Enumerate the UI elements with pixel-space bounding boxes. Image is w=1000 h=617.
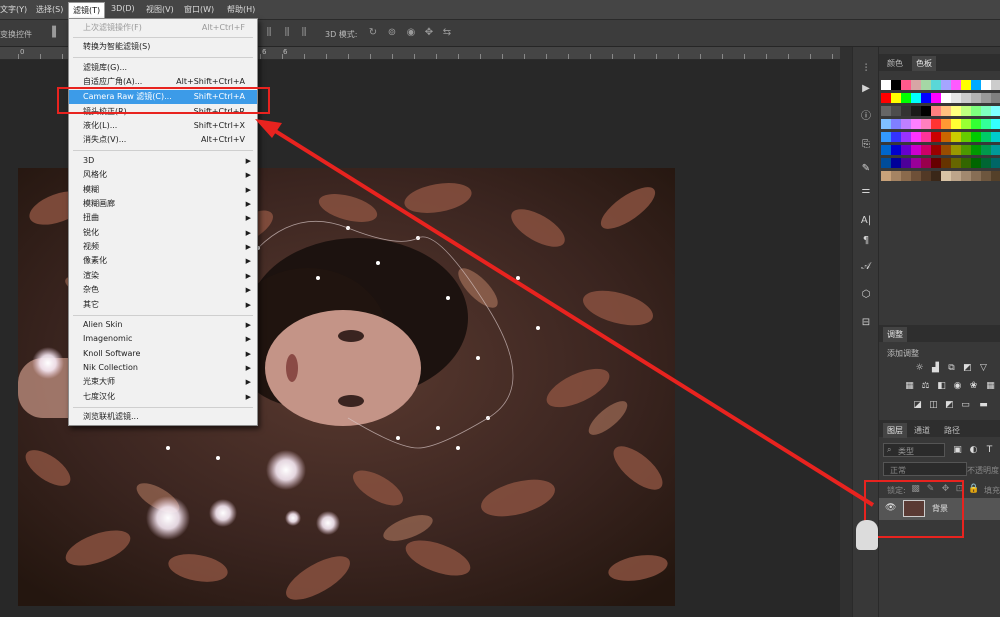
annotation-arrow [255, 119, 875, 507]
hand-cursor-icon [856, 520, 878, 550]
